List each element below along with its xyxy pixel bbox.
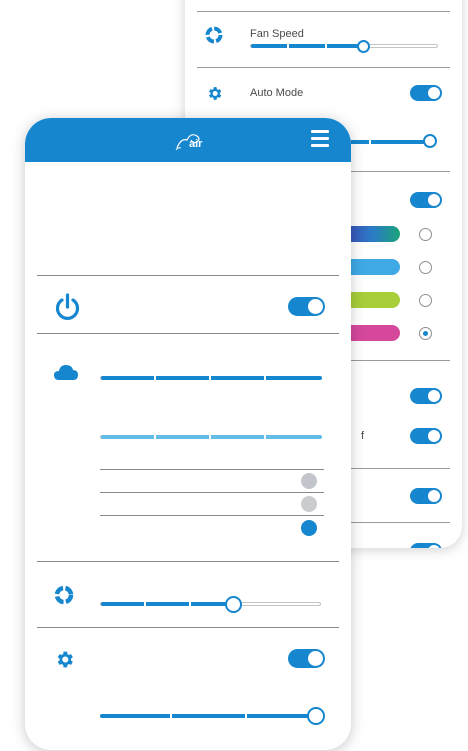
air-quality-bar-2 [100,435,322,439]
air-logo: air [173,128,207,154]
swatch-radio-2[interactable] [419,261,432,274]
power-icon [55,293,80,320]
auto-level-slider[interactable] [345,134,437,148]
swatch-radio-3[interactable] [419,294,432,307]
section-divider [37,561,339,562]
section-divider [37,275,339,276]
auto-mode-label: Auto Mode [250,87,304,99]
gear-icon [209,87,222,100]
gear-icon [57,651,73,668]
auto-level-thumb[interactable] [423,134,437,148]
fan-speed-slider[interactable] [100,596,321,613]
option-toggle-1[interactable] [410,388,442,404]
indicator-dot-1[interactable] [301,473,317,489]
fan-icon [205,26,223,44]
app-header: air [25,118,351,162]
indicator-dot-3[interactable] [301,520,317,536]
power-toggle[interactable] [288,297,325,316]
option-toggle-4[interactable] [410,543,442,548]
fan-speed-thumb[interactable] [357,40,370,53]
row-divider [197,67,450,68]
list-divider [100,492,324,493]
auto-mode-toggle[interactable] [288,649,325,668]
option-toggle-3[interactable] [410,488,442,504]
top-divider [197,11,450,12]
fan-icon [54,585,74,605]
auto-mode-toggle[interactable] [410,85,442,101]
fan-speed-label: Fan Speed [250,28,304,40]
air-quality-bar-1 [100,376,322,380]
auto-level-thumb[interactable] [307,707,325,725]
section-divider [37,627,339,628]
indicator-dot-2[interactable] [301,496,317,512]
fan-speed-thumb[interactable] [225,596,242,613]
option-toggle-2[interactable] [410,428,442,444]
list-divider [100,515,324,516]
swatch-radio-1[interactable] [419,228,432,241]
app-screen: air [25,118,351,750]
swatch-lime[interactable] [345,292,400,308]
fan-speed-slider[interactable] [250,40,438,53]
color-toggle[interactable] [410,192,442,208]
swatch-gradient[interactable] [345,226,400,242]
swatch-light-blue[interactable] [345,259,400,275]
swatch-magenta[interactable] [345,325,400,341]
logo-text: air [189,138,203,150]
cloud-icon [54,365,78,380]
swatch-radio-4[interactable] [419,327,432,340]
partial-label: f [361,430,365,442]
list-divider [100,469,324,470]
auto-level-slider[interactable] [100,707,325,725]
hamburger-menu-icon[interactable] [311,130,329,147]
section-divider [37,333,339,334]
